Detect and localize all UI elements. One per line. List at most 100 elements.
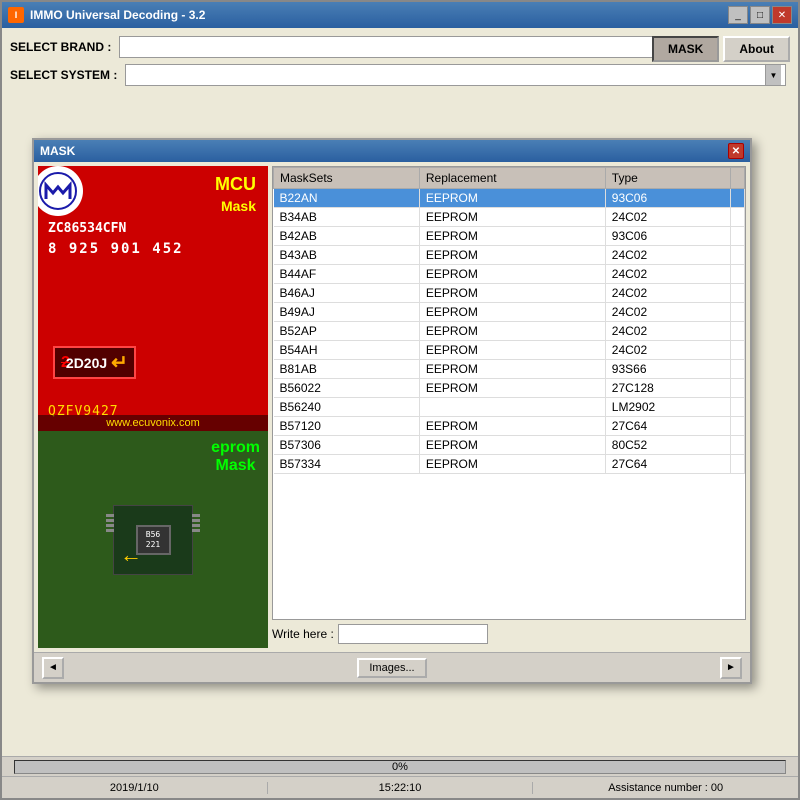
- cell-maskset: B46AJ: [274, 284, 420, 303]
- mask-dialog-title: MASK: [40, 144, 75, 158]
- title-bar: I IMMO Universal Decoding - 3.2 _ □ ✕: [2, 2, 798, 28]
- chip-pins-right: [192, 514, 200, 532]
- eprom-label: eprom Mask: [211, 439, 260, 475]
- mask-table-body: B22ANEEPROM93C06B34ABEEPROM24C02B42ABEEP…: [274, 189, 745, 474]
- cell-maskset: B44AF: [274, 265, 420, 284]
- code-arrow: ↵: [111, 350, 128, 375]
- col-type: Type: [605, 168, 730, 189]
- write-input[interactable]: [338, 624, 488, 644]
- table-row[interactable]: B49AJEEPROM24C02: [274, 303, 745, 322]
- cell-scroll-placeholder: [731, 284, 745, 303]
- cell-scroll-placeholder: [731, 398, 745, 417]
- close-button[interactable]: ✕: [772, 6, 792, 24]
- table-header: MaskSets Replacement Type: [274, 168, 745, 189]
- mask-label-top: Mask: [221, 198, 256, 214]
- pin: [192, 514, 200, 517]
- cell-type: 24C02: [605, 265, 730, 284]
- cell-type: 27C64: [605, 417, 730, 436]
- cell-scroll-placeholder: [731, 303, 745, 322]
- table-row[interactable]: B34ABEEPROM24C02: [274, 208, 745, 227]
- write-row: Write here :: [272, 620, 746, 648]
- title-bar-left: I IMMO Universal Decoding - 3.2: [8, 7, 205, 23]
- table-row[interactable]: B81ABEEPROM93S66: [274, 360, 745, 379]
- main-window: I IMMO Universal Decoding - 3.2 _ □ ✕ SE…: [0, 0, 800, 800]
- cell-type: LM2902: [605, 398, 730, 417]
- write-label: Write here :: [272, 627, 334, 641]
- table-row[interactable]: B42ABEEPROM93C06: [274, 227, 745, 246]
- table-row[interactable]: B52APEEPROM24C02: [274, 322, 745, 341]
- cell-replacement: EEPROM: [419, 265, 605, 284]
- about-button[interactable]: About: [723, 36, 790, 62]
- chip-pins-left: [106, 514, 114, 532]
- brand-combo[interactable]: ▼: [119, 36, 700, 58]
- progress-bar-container: 0%: [2, 756, 798, 776]
- cell-replacement: EEPROM: [419, 455, 605, 474]
- system-combo[interactable]: ▼: [125, 64, 786, 86]
- cell-scroll-placeholder: [731, 379, 745, 398]
- cell-replacement: EEPROM: [419, 189, 605, 208]
- next-button[interactable]: ►: [720, 657, 742, 679]
- mask-table: MaskSets Replacement Type B22ANEEPROM93C…: [273, 167, 745, 474]
- cell-maskset: B57120: [274, 417, 420, 436]
- cell-maskset: B34AB: [274, 208, 420, 227]
- table-row[interactable]: B44AFEEPROM24C02: [274, 265, 745, 284]
- window-title: IMMO Universal Decoding - 3.2: [30, 8, 205, 22]
- cell-type: 93C06: [605, 189, 730, 208]
- cell-maskset: B42AB: [274, 227, 420, 246]
- app-icon: I: [8, 7, 24, 23]
- status-date: 2019/1/10: [2, 782, 268, 794]
- cell-maskset: B49AJ: [274, 303, 420, 322]
- table-row[interactable]: B57306EEPROM80C52: [274, 436, 745, 455]
- cell-replacement: EEPROM: [419, 284, 605, 303]
- cell-maskset: B57306: [274, 436, 420, 455]
- cell-scroll-placeholder: [731, 455, 745, 474]
- table-row[interactable]: B56240LM2902: [274, 398, 745, 417]
- cell-maskset: B81AB: [274, 360, 420, 379]
- chip-code-1: ZC86534CFN: [48, 221, 126, 236]
- mask-button[interactable]: MASK: [652, 36, 719, 62]
- chip-bottom-section: eprom Mask B56 221: [38, 431, 268, 648]
- code-box-value: 2D20J: [66, 355, 107, 371]
- system-combo-arrow[interactable]: ▼: [765, 65, 781, 85]
- minimize-button[interactable]: _: [728, 6, 748, 24]
- status-assistance: Assistance number : 00: [533, 782, 798, 794]
- cell-type: 24C02: [605, 341, 730, 360]
- cell-scroll-placeholder: [731, 341, 745, 360]
- mask-close-button[interactable]: ✕: [728, 143, 744, 159]
- table-row[interactable]: B57334EEPROM27C64: [274, 455, 745, 474]
- pin: [192, 529, 200, 532]
- cell-type: 27C64: [605, 455, 730, 474]
- pin: [192, 524, 200, 527]
- cell-replacement: EEPROM: [419, 379, 605, 398]
- bottom-nav: ◄ Images... ►: [34, 652, 750, 682]
- cell-scroll-placeholder: [731, 360, 745, 379]
- prev-button[interactable]: ◄: [42, 657, 64, 679]
- chip-top-section: MCU Mask ZC86534CFN 8: [38, 166, 268, 431]
- table-row[interactable]: B54AHEEPROM24C02: [274, 341, 745, 360]
- progress-bar: 0%: [14, 760, 786, 774]
- code-box: 2 2D20J ↵: [53, 346, 136, 379]
- mask-title-bar: MASK ✕: [34, 140, 750, 162]
- cell-scroll-placeholder: [731, 246, 745, 265]
- table-row[interactable]: B22ANEEPROM93C06: [274, 189, 745, 208]
- top-buttons: MASK About: [652, 36, 790, 62]
- cell-scroll-placeholder: [731, 265, 745, 284]
- table-row[interactable]: B56022EEPROM27C128: [274, 379, 745, 398]
- cell-type: 24C02: [605, 322, 730, 341]
- table-row[interactable]: B46AJEEPROM24C02: [274, 284, 745, 303]
- images-button[interactable]: Images...: [357, 658, 426, 678]
- table-row[interactable]: B43ABEEPROM24C02: [274, 246, 745, 265]
- cell-scroll-placeholder: [731, 189, 745, 208]
- mask-table-container[interactable]: MaskSets Replacement Type B22ANEEPROM93C…: [272, 166, 746, 620]
- cell-maskset: B56022: [274, 379, 420, 398]
- cell-type: 93S66: [605, 360, 730, 379]
- maximize-button[interactable]: □: [750, 6, 770, 24]
- cell-replacement: EEPROM: [419, 436, 605, 455]
- table-row[interactable]: B57120EEPROM27C64: [274, 417, 745, 436]
- cell-replacement: EEPROM: [419, 208, 605, 227]
- pin: [106, 514, 114, 517]
- col-replacement: Replacement: [419, 168, 605, 189]
- cell-replacement: EEPROM: [419, 227, 605, 246]
- chip-arrow: ←: [120, 542, 142, 568]
- pin: [106, 524, 114, 527]
